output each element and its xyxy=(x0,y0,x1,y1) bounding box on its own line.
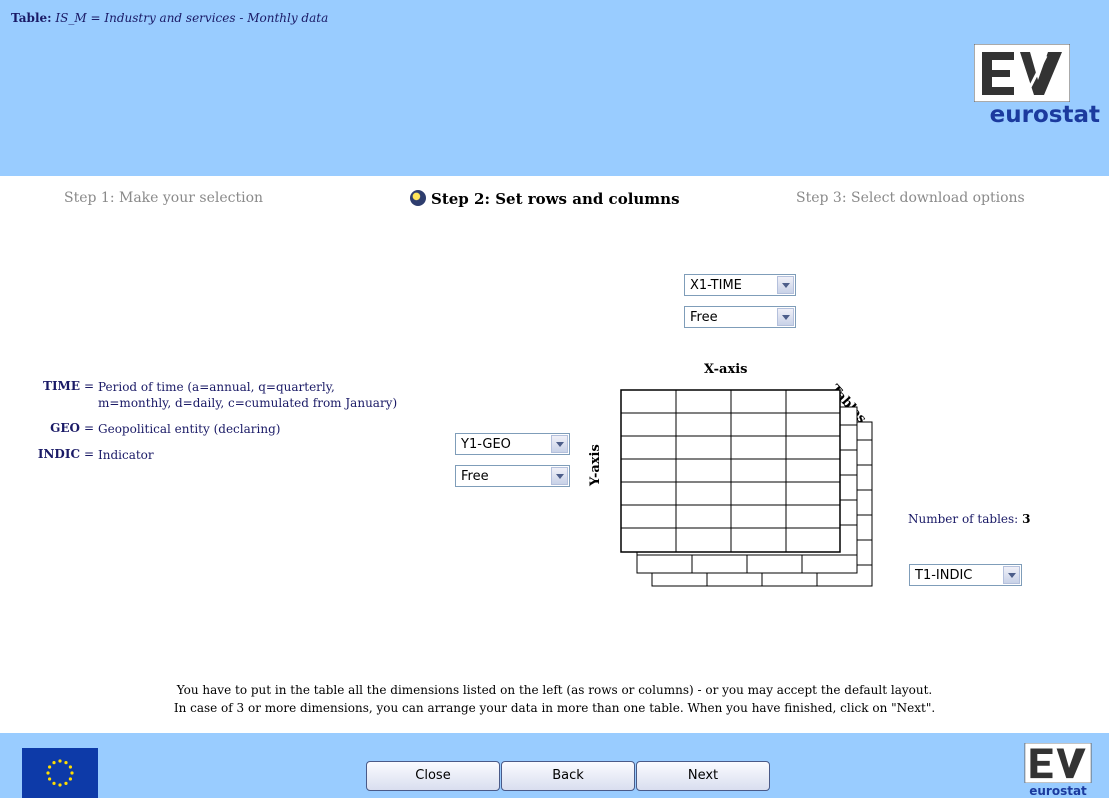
eurostat-mark-icon xyxy=(1024,743,1092,783)
legend-desc: Period of time (a=annual, q=quarterly, m… xyxy=(98,380,398,410)
t1-dimension-value: T1-INDIC xyxy=(915,568,973,583)
chevron-down-icon[interactable] xyxy=(777,276,794,294)
x1-dimension-select[interactable]: X1-TIME xyxy=(684,274,796,296)
legend-desc: Indicator xyxy=(98,448,154,462)
x1-dimension-value: X1-TIME xyxy=(690,278,742,293)
legend-key: TIME xyxy=(43,379,80,393)
header-banner: Table: IS_M = Industry and services - Mo… xyxy=(0,0,1109,176)
legend-row-geo: GEO = Geopolitical entity (declaring) xyxy=(20,421,420,437)
number-of-tables-value: 3 xyxy=(1022,512,1031,526)
x1-sort-value: Free xyxy=(690,310,718,325)
instructions-line-2: In case of 3 or more dimensions, you can… xyxy=(173,701,936,715)
eurostat-mark-icon xyxy=(974,44,1070,102)
y1-dimension-value: Y1-GEO xyxy=(461,437,511,452)
eurostat-small-logo-text: eurostat xyxy=(1029,784,1087,798)
y1-sort-value: Free xyxy=(461,469,489,484)
eu-flag-icon xyxy=(22,748,98,798)
table-layer-1 xyxy=(620,389,841,553)
chevron-down-icon[interactable] xyxy=(551,467,568,485)
x-axis-label: X-axis xyxy=(704,362,748,377)
close-button[interactable]: Close xyxy=(366,761,500,791)
dimension-legend: TIME = Period of time (a=annual, q=quart… xyxy=(20,379,420,473)
eurostat-small-logo: eurostat xyxy=(1018,743,1098,798)
y-axis-label: Y-axis xyxy=(588,444,603,486)
instructions-line-1: You have to put in the table all the dim… xyxy=(176,683,933,697)
table-title: Table: IS_M = Industry and services - Mo… xyxy=(11,11,328,25)
legend-equals: = xyxy=(83,447,95,461)
legend-equals: = xyxy=(83,421,95,435)
chevron-down-icon[interactable] xyxy=(551,435,568,453)
table-prefix: Table: xyxy=(11,11,52,25)
chevron-down-icon[interactable] xyxy=(1003,566,1020,584)
instructions: You have to put in the table all the dim… xyxy=(0,681,1109,717)
y1-sort-select[interactable]: Free xyxy=(455,465,570,487)
next-button[interactable]: Next xyxy=(636,761,770,791)
step-3-link[interactable]: Step 3: Select download options xyxy=(796,190,1025,206)
number-of-tables: Number of tables: 3 xyxy=(908,512,1030,526)
t1-dimension-select[interactable]: T1-INDIC xyxy=(909,564,1022,586)
eurostat-logo: eurostat xyxy=(968,40,1100,144)
current-step-bullet-icon xyxy=(410,190,426,206)
legend-row-indic: INDIC = Indicator xyxy=(20,447,420,463)
step-2-label: Step 2: Set rows and columns xyxy=(431,190,680,208)
legend-key: GEO xyxy=(50,421,80,435)
x1-sort-select[interactable]: Free xyxy=(684,306,796,328)
step-1-link[interactable]: Step 1: Make your selection xyxy=(64,190,263,206)
legend-row-time: TIME = Period of time (a=annual, q=quart… xyxy=(20,379,420,411)
chevron-down-icon[interactable] xyxy=(777,308,794,326)
eurostat-logo-text: eurostat xyxy=(989,102,1100,128)
table-name: IS_M xyxy=(55,11,87,25)
legend-key: INDIC xyxy=(37,447,80,461)
back-button[interactable]: Back xyxy=(501,761,635,791)
table-description: = Industry and services - Monthly data xyxy=(90,11,329,25)
legend-equals: = xyxy=(83,379,95,393)
step-2-current: Step 2: Set rows and columns xyxy=(410,190,680,208)
footer-bar: Close Back Next eurostat xyxy=(0,733,1109,798)
y1-dimension-select[interactable]: Y1-GEO xyxy=(455,433,570,455)
table-layout-graphic xyxy=(620,389,873,587)
number-of-tables-label: Number of tables: xyxy=(908,512,1019,526)
legend-desc: Geopolitical entity (declaring) xyxy=(98,422,281,436)
